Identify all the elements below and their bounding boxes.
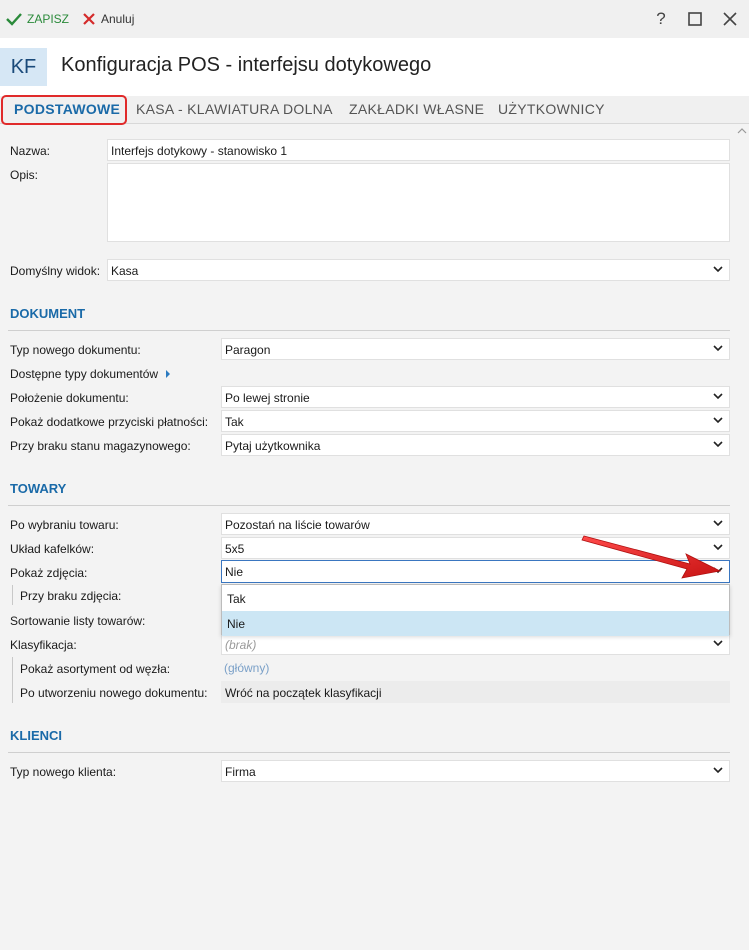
- name-field[interactable]: Interfejs dotykowy - stanowisko 1: [107, 139, 730, 161]
- name-label: Nazwa:: [10, 144, 51, 158]
- chevron-down-icon: [713, 640, 723, 647]
- help-icon: ?: [656, 9, 666, 28]
- module-badge: KF: [0, 48, 47, 86]
- expand-arrow-icon: [166, 370, 171, 378]
- default-view-select[interactable]: Kasa: [107, 259, 730, 281]
- indent-guide: [12, 657, 13, 703]
- chevron-down-icon: [713, 520, 723, 527]
- no-stock-select[interactable]: Pytaj użytkownika: [221, 434, 730, 456]
- close-icon: [83, 13, 95, 25]
- show-photos-value: Nie: [225, 565, 244, 579]
- chevron-down-icon: [713, 417, 723, 424]
- client-type-label: Typ nowego klienta:: [10, 765, 117, 779]
- document-type-label: Typ nowego dokumentu:: [10, 343, 141, 357]
- page-title: Konfiguracja POS - interfejsu dotykowego: [61, 54, 432, 76]
- cancel-label: Anuluj: [101, 12, 135, 26]
- close-window-icon: [723, 12, 737, 26]
- maximize-icon: [688, 12, 702, 26]
- assortment-node-label: Pokaż asortyment od węzła:: [20, 662, 171, 676]
- cancel-button[interactable]: Anuluj: [82, 0, 134, 38]
- save-label: ZAPISZ: [27, 12, 70, 26]
- indent-guide: [12, 585, 13, 605]
- document-type-value: Paragon: [225, 343, 271, 357]
- after-new-doc-field: Wróć na początek klasyfikacji: [221, 681, 730, 703]
- section-goods-title: TOWARY: [10, 481, 67, 496]
- tab-custom-tabs[interactable]: ZAKŁADKI WŁASNE: [349, 101, 484, 117]
- chevron-down-icon: [713, 441, 723, 448]
- dropdown-option-yes[interactable]: Tak: [222, 586, 729, 611]
- classification-value: (brak): [225, 638, 257, 652]
- section-divider: [8, 752, 730, 753]
- dropdown-option-no[interactable]: Nie: [222, 611, 729, 636]
- available-doc-types-label: Dostępne typy dokumentów: [10, 367, 159, 381]
- section-divider: [8, 330, 730, 331]
- scroll-up-icon[interactable]: [737, 127, 747, 135]
- after-select-value: Pozostań na liście towarów: [225, 518, 370, 532]
- section-divider: [8, 505, 730, 506]
- help-button[interactable]: ?: [650, 8, 672, 30]
- classification-select[interactable]: (brak): [221, 633, 730, 655]
- tile-layout-label: Układ kafelków:: [10, 542, 95, 556]
- show-photos-label: Pokaż zdjęcia:: [10, 566, 88, 580]
- check-icon: [6, 13, 22, 26]
- no-photo-label: Przy braku zdjęcia:: [20, 589, 122, 603]
- after-new-doc-label: Po utworzeniu nowego dokumentu:: [20, 686, 208, 700]
- client-type-value: Firma: [225, 765, 256, 779]
- assortment-node-link[interactable]: (główny): [221, 657, 421, 679]
- chevron-down-icon: [713, 393, 723, 400]
- tab-highlight-annotation: [1, 95, 127, 125]
- after-select-label: Po wybraniu towaru:: [10, 518, 119, 532]
- default-view-label: Domyślny widok:: [10, 264, 101, 278]
- maximize-button[interactable]: [684, 8, 706, 30]
- section-document-title: DOKUMENT: [10, 306, 86, 321]
- chevron-down-icon: [713, 767, 723, 774]
- document-position-value: Po lewej stronie: [225, 391, 310, 405]
- document-position-label: Położenie dokumentu:: [10, 391, 129, 405]
- chevron-down-icon: [713, 266, 723, 273]
- sort-goods-label: Sortowanie listy towarów:: [10, 614, 146, 628]
- document-type-select[interactable]: Paragon: [221, 338, 730, 360]
- document-position-select[interactable]: Po lewej stronie: [221, 386, 730, 408]
- tab-users[interactable]: UŻYTKOWNICY: [498, 101, 605, 117]
- show-photos-dropdown: Tak Nie: [221, 584, 730, 636]
- description-field[interactable]: [107, 163, 730, 242]
- section-clients-title: KLIENCI: [10, 728, 62, 743]
- no-stock-value: Pytaj użytkownika: [225, 439, 321, 453]
- extra-payment-buttons-label: Pokaż dodatkowe przyciski płatności:: [10, 415, 209, 429]
- extra-payment-buttons-select[interactable]: Tak: [221, 410, 730, 432]
- description-label: Opis:: [10, 168, 39, 182]
- save-button[interactable]: ZAPISZ: [6, 0, 69, 38]
- annotation-arrow-icon: [581, 535, 722, 579]
- client-type-select[interactable]: Firma: [221, 760, 730, 782]
- available-doc-types-link[interactable]: Dostępne typy dokumentów: [10, 367, 172, 381]
- chevron-down-icon: [713, 345, 723, 352]
- classification-label: Klasyfikacja:: [10, 638, 77, 652]
- no-stock-label: Przy braku stanu magazynowego:: [10, 439, 191, 453]
- close-window-button[interactable]: [719, 8, 741, 30]
- tab-register-keyboard[interactable]: KASA - KLAWIATURA DOLNA: [136, 101, 333, 117]
- extra-payment-buttons-value: Tak: [225, 415, 244, 429]
- toolbar: ZAPISZ Anuluj ?: [0, 0, 749, 38]
- tile-layout-value: 5x5: [225, 542, 245, 556]
- default-view-value: Kasa: [111, 264, 139, 278]
- page-header: KF Konfiguracja POS - interfejsu dotykow…: [0, 38, 749, 96]
